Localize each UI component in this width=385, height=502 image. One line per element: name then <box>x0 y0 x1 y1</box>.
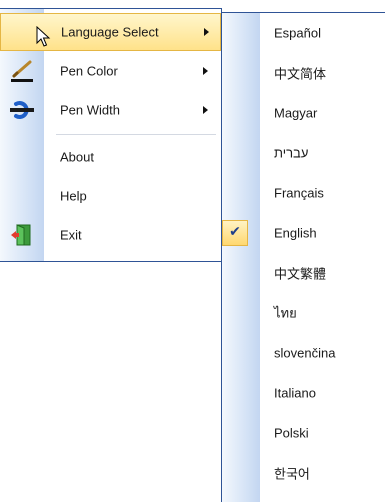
language-label: עברית <box>274 145 309 161</box>
pen-width-icon <box>10 98 34 122</box>
language-label: Français <box>274 185 324 201</box>
language-label: 中文繁體 <box>274 266 327 282</box>
language-label: 中文简体 <box>274 66 327 82</box>
menu-separator <box>56 134 216 135</box>
menu-item-label: Pen Color <box>60 63 118 79</box>
menu-item-label: Help <box>60 188 87 204</box>
language-item-francais[interactable]: Français <box>222 173 385 213</box>
submenu-arrow-icon <box>203 106 208 114</box>
submenu-arrow-icon <box>203 67 208 75</box>
context-menu-stage: Language Select Pen Color Pen Width Abou… <box>0 0 385 502</box>
main-context-menu: Language Select Pen Color Pen Width Abou… <box>0 8 222 262</box>
language-item-polski[interactable]: Polski <box>222 413 385 453</box>
language-label: ไทย <box>274 305 297 321</box>
menu-item-about[interactable]: About <box>0 138 221 176</box>
language-item-chinese-traditional[interactable]: 中文繁體 <box>222 253 385 293</box>
menu-item-pen-color[interactable]: Pen Color <box>0 52 221 90</box>
menu-item-language-select[interactable]: Language Select <box>0 13 221 51</box>
language-item-english[interactable]: ✔ English <box>222 213 385 253</box>
mouse-cursor-icon <box>36 26 51 47</box>
menu-item-pen-width[interactable]: Pen Width <box>0 91 221 129</box>
language-label: Polski <box>274 425 309 441</box>
pen-color-icon <box>10 59 34 83</box>
submenu-arrow-icon <box>204 28 209 36</box>
language-label: Español <box>274 25 321 41</box>
language-label: 한국어 <box>274 466 310 482</box>
language-item-slovencina[interactable]: slovenčina <box>222 333 385 373</box>
language-label: slovenčina <box>274 345 336 361</box>
language-item-magyar[interactable]: Magyar <box>222 93 385 133</box>
menu-item-exit[interactable]: Exit <box>0 216 221 254</box>
menu-item-help[interactable]: Help <box>0 177 221 215</box>
language-item-hebrew[interactable]: עברית <box>222 133 385 173</box>
language-item-espanol[interactable]: Español <box>222 13 385 53</box>
menu-item-label: Pen Width <box>60 102 120 118</box>
menu-item-label: About <box>60 149 94 165</box>
menu-item-label: Exit <box>60 227 82 243</box>
language-label: English <box>274 225 317 241</box>
language-item-chinese-simplified[interactable]: 中文简体 <box>222 53 385 93</box>
language-item-thai[interactable]: ไทย <box>222 293 385 333</box>
menu-item-label: Language Select <box>61 24 159 40</box>
exit-door-icon <box>10 223 34 247</box>
language-label: Italiano <box>274 385 316 401</box>
language-item-korean[interactable]: 한국어 <box>222 453 385 493</box>
language-submenu: Español 中文简体 Magyar עברית Français ✔ Eng… <box>221 12 385 502</box>
checkmark-icon: ✔ <box>222 220 248 246</box>
language-label: Magyar <box>274 105 318 121</box>
language-item-italiano[interactable]: Italiano <box>222 373 385 413</box>
